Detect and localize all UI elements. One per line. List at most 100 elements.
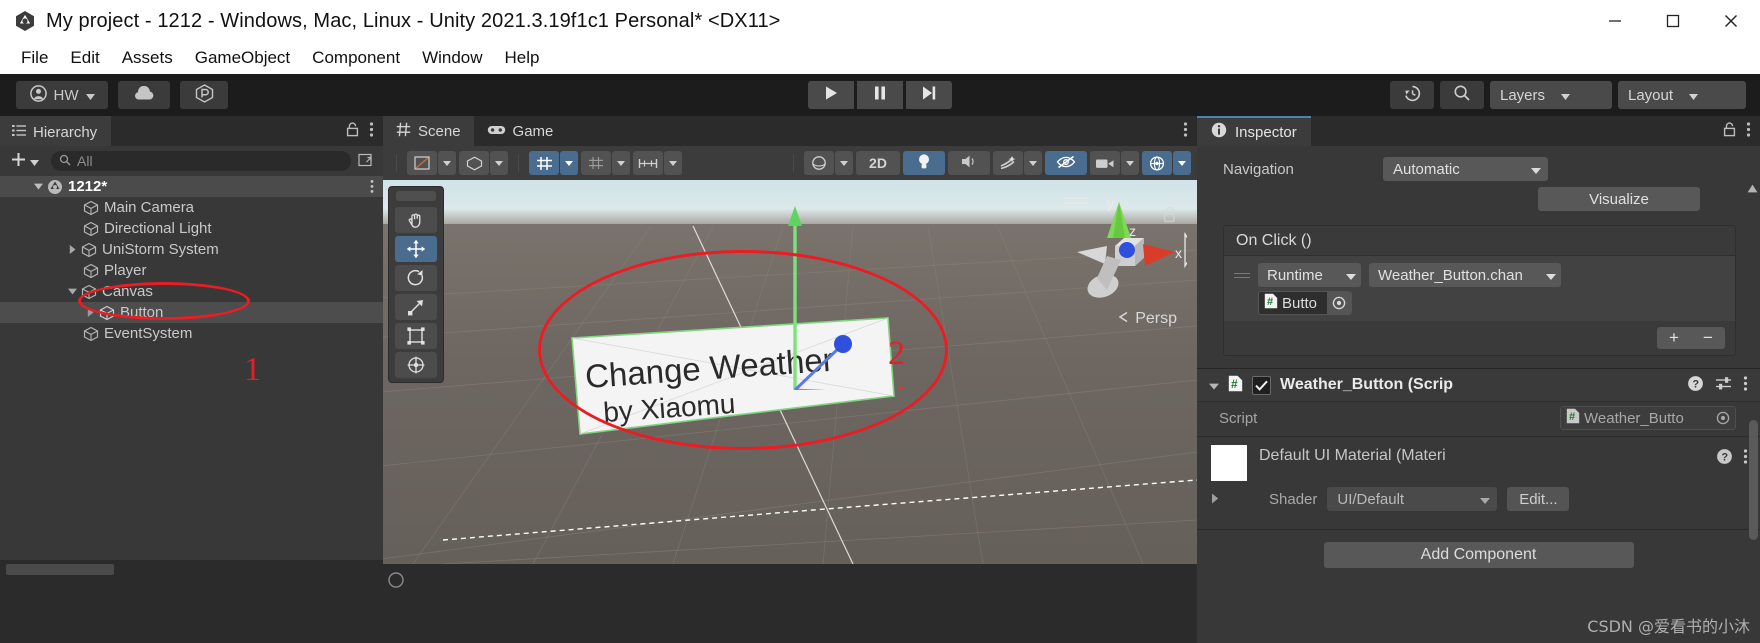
hierarchy-row-player[interactable]: Player — [0, 260, 383, 281]
menu-component[interactable]: Component — [301, 46, 411, 70]
foldout-expanded-icon[interactable] — [1209, 377, 1219, 394]
shader-edit-button[interactable]: Edit... — [1507, 487, 1570, 511]
account-button[interactable]: HW — [16, 81, 108, 109]
menu-file[interactable]: File — [10, 46, 59, 70]
hierarchy-row-directional-light[interactable]: Directional Light — [0, 218, 383, 239]
twisty-collapsed-icon[interactable] — [64, 245, 80, 254]
help-icon[interactable]: ? — [1716, 448, 1733, 469]
menu-window[interactable]: Window — [411, 46, 493, 70]
hierarchy-row-eventsystem[interactable]: EventSystem — [0, 323, 383, 344]
plastic-scm-button[interactable] — [180, 81, 228, 109]
inspector-scrollbar[interactable] — [1747, 180, 1758, 600]
object-picker-icon[interactable] — [1711, 407, 1735, 429]
lock-icon[interactable] — [1723, 121, 1736, 141]
hidden-objects-button[interactable] — [1045, 151, 1087, 175]
tab-game[interactable]: Game — [474, 116, 567, 146]
twisty-expanded-icon[interactable] — [30, 183, 46, 190]
pause-button[interactable] — [857, 81, 903, 109]
hand-icon[interactable] — [395, 207, 437, 233]
on-click-object-field[interactable]: # Butto — [1258, 291, 1352, 315]
grid-small-icon[interactable] — [581, 151, 611, 175]
gizmo-globe-icon[interactable] — [1142, 151, 1172, 175]
create-object-button[interactable] — [6, 151, 43, 172]
sphere-icon[interactable] — [804, 151, 834, 175]
scene-orientation-gizmo[interactable]: y z x — [1067, 194, 1187, 324]
grid-snap-caret[interactable] — [612, 151, 630, 175]
scene-viewport[interactable]: Change Weather by Xiaomu y z x Persp 2 — [383, 180, 1197, 564]
grid-axis-icon[interactable] — [529, 151, 559, 175]
hierarchy-filter-icon[interactable] — [355, 153, 377, 169]
shader-dropdown[interactable]: UI/Default — [1327, 487, 1498, 511]
preset-icon[interactable] — [1715, 376, 1732, 395]
tools-drag-handle[interactable] — [396, 191, 436, 201]
gizmo-sphere-caret[interactable] — [835, 151, 853, 175]
on-click-add-button[interactable]: + — [1657, 327, 1691, 349]
grid-axis-caret[interactable] — [560, 151, 578, 175]
twisty-expanded-icon[interactable] — [64, 288, 80, 295]
tab-hierarchy[interactable]: Hierarchy — [0, 116, 112, 146]
project-tab-placeholder[interactable] — [6, 564, 114, 575]
layers-dropdown[interactable]: Layers — [1490, 81, 1612, 109]
on-click-function-dropdown[interactable]: Weather_Button.chan — [1369, 263, 1561, 287]
hierarchy-search-input[interactable]: All — [51, 151, 351, 171]
tab-scene[interactable]: Scene — [383, 116, 474, 146]
layout-dropdown[interactable]: Layout — [1618, 81, 1746, 109]
foldout-collapsed-icon[interactable] — [1211, 491, 1219, 508]
menu-gameobject[interactable]: GameObject — [184, 46, 301, 70]
transform-combined-icon[interactable] — [395, 352, 437, 378]
close-icon[interactable] — [1702, 0, 1760, 42]
ruler-caret[interactable] — [664, 151, 682, 175]
lock-icon[interactable] — [346, 121, 359, 141]
ruler-icon[interactable] — [633, 151, 663, 175]
hierarchy-row-main-camera[interactable]: Main Camera — [0, 197, 383, 218]
cube-wire-icon[interactable] — [459, 151, 489, 175]
move-tool-gizmo[interactable] — [673, 200, 903, 390]
twisty-collapsed-icon[interactable] — [82, 308, 98, 317]
hierarchy-row-scene[interactable]: 1212* — [0, 176, 383, 197]
kebab-menu-icon[interactable] — [1746, 121, 1751, 142]
hierarchy-row-button[interactable]: Button — [0, 302, 383, 323]
menu-edit[interactable]: Edit — [59, 46, 110, 70]
kebab-menu-icon[interactable] — [369, 121, 374, 142]
scene-lighting-button[interactable] — [903, 151, 945, 175]
kebab-menu-icon[interactable] — [370, 179, 374, 198]
on-click-remove-button[interactable]: − — [1691, 327, 1725, 349]
kebab-menu-icon[interactable] — [1183, 121, 1188, 142]
gizmos-toggle-caret[interactable] — [1173, 151, 1191, 175]
on-click-runtime-dropdown[interactable]: Runtime — [1258, 263, 1361, 287]
component-enabled-checkbox[interactable] — [1252, 375, 1271, 395]
navigation-dropdown[interactable]: Automatic — [1383, 157, 1548, 181]
rect-transform-icon[interactable] — [395, 323, 437, 349]
scale-icon[interactable] — [395, 294, 437, 320]
maximize-icon[interactable] — [1644, 0, 1702, 42]
shading-mode-icon[interactable] — [407, 151, 437, 175]
undo-history-button[interactable] — [1390, 81, 1434, 109]
menu-assets[interactable]: Assets — [111, 46, 184, 70]
add-component-button[interactable]: Add Component — [1323, 542, 1634, 568]
draw-mode-caret[interactable] — [438, 151, 456, 175]
scene-perspective-label[interactable]: Persp — [1118, 310, 1177, 328]
inspector-scroll-thumb[interactable] — [1749, 420, 1758, 540]
fx-icon[interactable] — [993, 151, 1023, 175]
hierarchy-row-unistorm-system[interactable]: UniStorm System — [0, 239, 383, 260]
step-button[interactable] — [906, 81, 952, 109]
2d-toggle-button[interactable]: 2D — [856, 151, 900, 175]
scene-audio-button[interactable] — [948, 151, 990, 175]
cloud-services-button[interactable] — [118, 81, 170, 109]
fx-caret[interactable] — [1024, 151, 1042, 175]
rotate-icon[interactable] — [395, 265, 437, 291]
triangle-up-icon[interactable] — [1747, 180, 1758, 197]
shading-caret[interactable] — [490, 151, 508, 175]
menu-help[interactable]: Help — [494, 46, 551, 70]
search-button[interactable] — [1440, 81, 1484, 109]
hierarchy-row-canvas[interactable]: Canvas — [0, 281, 383, 302]
move-arrows-icon[interactable] — [395, 236, 437, 262]
scene-camera-caret[interactable] — [1121, 151, 1139, 175]
help-icon[interactable]: ? — [1687, 375, 1704, 396]
camera-icon[interactable] — [1090, 151, 1120, 175]
visualize-button[interactable]: Visualize — [1538, 187, 1700, 211]
object-picker-icon[interactable] — [1327, 292, 1351, 314]
reorder-grip-icon[interactable] — [1234, 272, 1250, 278]
minimize-icon[interactable] — [1586, 0, 1644, 42]
tab-inspector[interactable]: Inspector — [1197, 116, 1311, 146]
